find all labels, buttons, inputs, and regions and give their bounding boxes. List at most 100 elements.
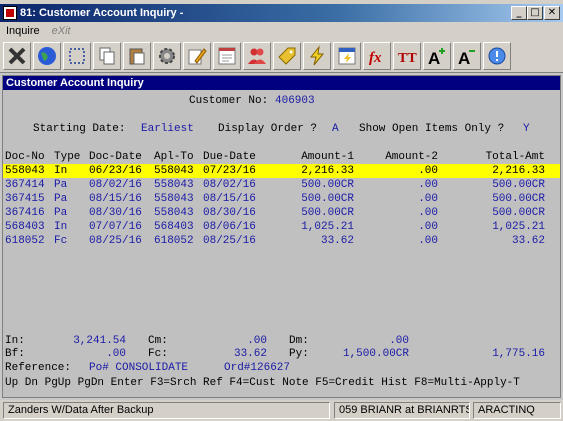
cell-amt2: .00 (418, 179, 438, 191)
window-title: 81: Customer Account Inquiry - (20, 7, 184, 19)
display-order-label: Display Order ? (218, 123, 318, 135)
cell-type: In (54, 221, 68, 233)
cell-doc: 367414 (5, 179, 45, 191)
paste-icon (129, 48, 145, 64)
svg-text:A: A (458, 49, 470, 67)
close-tool-button[interactable] (3, 41, 31, 70)
function-key-legend: Up Dn PgUp PgDn Enter F3=Srch Ref F4=Cus… (5, 377, 520, 389)
globe-tool-button[interactable] (33, 41, 61, 70)
form-tool-button[interactable] (213, 41, 241, 70)
cell-date: 06/23/16 (89, 165, 142, 177)
form-icon (218, 47, 236, 64)
screen-header: Customer Account Inquiry (3, 76, 560, 90)
bf-label: Bf: (5, 348, 25, 360)
cell-date: 08/15/16 (89, 193, 142, 205)
inquiry-screen: Customer Account Inquiry Customer No: 40… (2, 75, 561, 398)
cell-type: Pa (54, 207, 68, 219)
close-button[interactable]: ✕ (544, 6, 560, 20)
cell-total: 500.00CR (492, 193, 545, 205)
cell-total: 1,025.21 (492, 221, 545, 233)
font-tool-button[interactable]: TT (393, 41, 421, 70)
order-value: Ord#126627 (224, 362, 291, 374)
help-icon (488, 47, 506, 64)
edit-tool-button[interactable] (183, 41, 211, 70)
cell-amt1: 2,216.33 (301, 165, 354, 177)
cell-amt2: .00 (418, 193, 438, 205)
cell-type: Pa (54, 179, 68, 191)
calculator-icon (338, 47, 356, 64)
calculator-tool-button[interactable] (333, 41, 361, 70)
col-apl-to: Apl-To (154, 151, 194, 163)
maximize-button[interactable]: □ (527, 6, 543, 20)
menu-exit[interactable]: eXit (46, 25, 77, 37)
cell-due: 08/30/16 (203, 207, 256, 219)
settings-tool-button[interactable] (153, 41, 181, 70)
menu-inquire[interactable]: Inquire (0, 25, 46, 37)
copy-tool-button[interactable] (93, 41, 121, 70)
function-tool-button[interactable]: fx (363, 41, 391, 70)
cell-apl: 558043 (154, 193, 194, 205)
cell-due: 07/23/16 (203, 165, 256, 177)
cell-type: In (54, 165, 68, 177)
font-decrease-icon: A (458, 49, 475, 67)
cell-total: 2,216.33 (492, 165, 545, 177)
users-icon (248, 48, 266, 64)
cell-amt2: .00 (418, 221, 438, 233)
copy-icon (99, 47, 115, 64)
dm-label: Dm: (289, 335, 309, 347)
cell-due: 08/25/16 (203, 235, 256, 247)
open-items-label: Show Open Items Only ? (359, 123, 505, 135)
font-increase-icon: A (428, 47, 445, 67)
status-bar: Zanders W/Data After Backup 059 BRIANR a… (0, 400, 563, 421)
fc-value: 33.62 (233, 348, 267, 360)
display-order-field[interactable]: A (332, 123, 339, 136)
menu-bar: Inquire eXit (0, 22, 563, 39)
in-value: 3,241.54 (73, 335, 126, 347)
cell-apl: 618052 (154, 235, 194, 247)
status-database: Zanders W/Data After Backup (3, 402, 330, 419)
col-amount-1: Amount-1 (301, 151, 354, 163)
col-type: Type (54, 151, 81, 163)
cell-due: 08/06/16 (203, 221, 256, 233)
col-doc-date: Doc-Date (89, 151, 142, 163)
cell-date: 07/07/16 (89, 221, 142, 233)
svg-text:TT: TT (398, 51, 417, 66)
help-tool-button[interactable] (483, 41, 511, 70)
cell-apl: 568403 (154, 221, 194, 233)
font-decrease-tool-button[interactable]: A (453, 41, 481, 70)
in-label: In: (5, 335, 25, 347)
cell-amt1: 1,025.21 (301, 221, 354, 233)
tag-tool-button[interactable] (273, 41, 301, 70)
select-icon (69, 47, 85, 64)
starting-date-field[interactable]: Earliest (141, 123, 194, 136)
cell-doc: 568403 (5, 221, 45, 233)
customer-label: Customer No: (189, 95, 269, 107)
col-doc-no: Doc-No (5, 151, 45, 163)
col-amount-2: Amount-2 (385, 151, 438, 163)
svg-text:fx: fx (369, 50, 382, 66)
cell-apl: 558043 (154, 179, 194, 191)
paste-tool-button[interactable] (123, 41, 151, 70)
function-icon: fx (369, 50, 382, 66)
cell-amt1: 500.00CR (301, 179, 354, 191)
lightning-tool-button[interactable] (303, 41, 331, 70)
cell-doc: 367415 (5, 193, 45, 205)
cell-type: Pa (54, 193, 68, 205)
col-total-amt: Total-Amt (485, 151, 545, 163)
minimize-button[interactable]: _ (511, 6, 527, 20)
balance-value: 1,775.16 (492, 348, 545, 360)
cell-due: 08/02/16 (203, 179, 256, 191)
customer-number-field[interactable]: 406903 (275, 95, 315, 108)
app-icon (3, 6, 17, 20)
settings-icon (159, 47, 175, 64)
open-items-field[interactable]: Y (523, 123, 530, 136)
reference-value: Po# CONSOLIDATE (89, 362, 189, 374)
edit-icon (188, 47, 207, 64)
select-tool-button[interactable] (63, 41, 91, 70)
font-increase-tool-button[interactable]: A (423, 41, 451, 70)
cell-total: 33.62 (511, 235, 545, 247)
lightning-icon (309, 44, 325, 65)
cell-amt2: .00 (418, 165, 438, 177)
users-tool-button[interactable] (243, 41, 271, 70)
cell-doc: 558043 (5, 165, 45, 177)
